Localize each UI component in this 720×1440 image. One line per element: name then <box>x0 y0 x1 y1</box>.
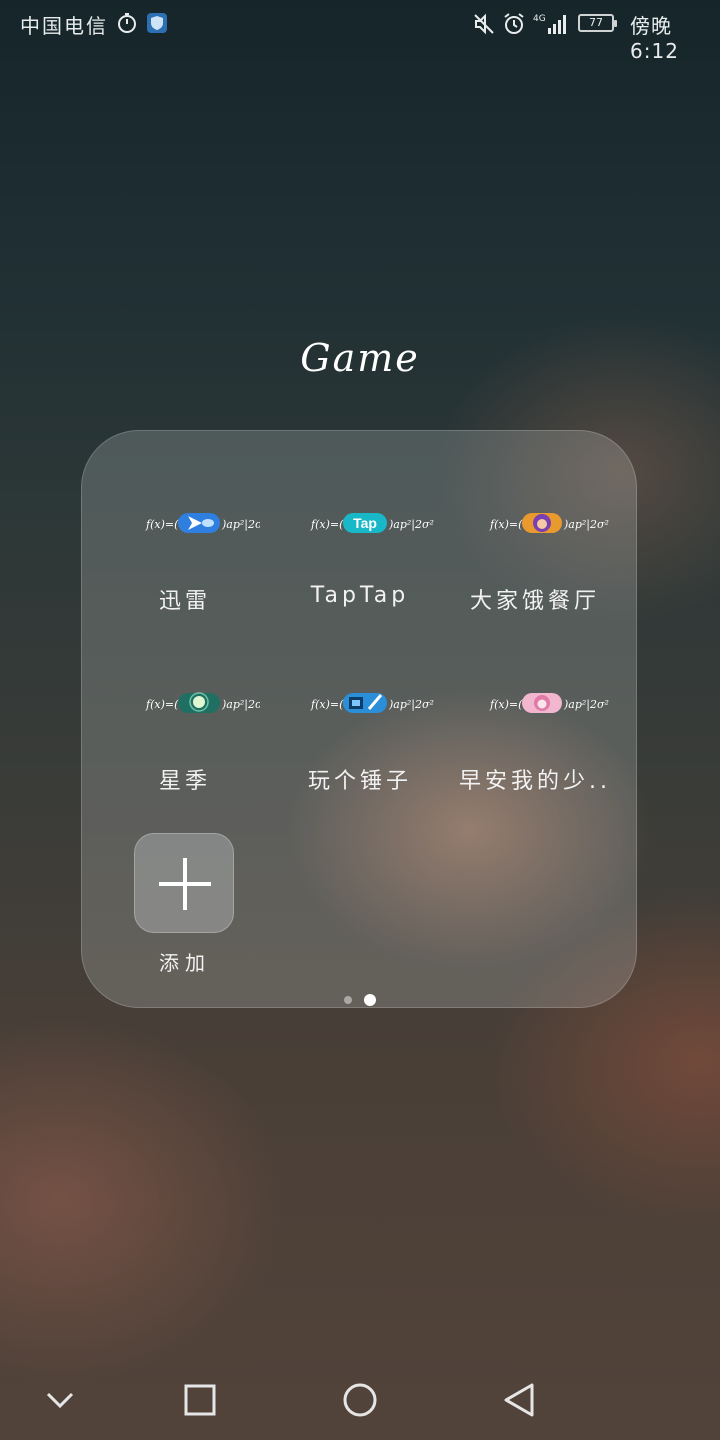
shield-icon <box>147 13 167 33</box>
taptap-icon: f(x)=( Tap )ap²|2σ² <box>310 513 434 533</box>
mute-icon <box>474 13 494 35</box>
svg-text:f(x)=(: f(x)=( <box>489 698 523 711</box>
page-indicator <box>82 989 638 1008</box>
morning-girl-game-icon: f(x)=( )ap²|2σ² <box>489 693 609 713</box>
app-xunlei[interactable]: f(x)=( )ap²|2σ² 迅雷 <box>100 431 270 614</box>
hammer-game-icon: f(x)=( )ap²|2σ² <box>310 693 434 713</box>
app-restaurant[interactable]: f(x)=( )ap²|2σ² 大家饿餐厅 <box>450 431 620 614</box>
clock: 傍晚6:12 <box>630 14 679 63</box>
page-dot-2[interactable] <box>364 993 376 1006</box>
plus-icon <box>159 858 211 910</box>
app-hammer[interactable]: f(x)=( )ap²|2σ² 玩个锤子 <box>275 611 445 794</box>
recents-icon[interactable] <box>180 1380 220 1420</box>
battery-level: 77 <box>589 16 603 29</box>
timer-icon <box>118 13 136 33</box>
app-xingji[interactable]: f(x)=( )ap²|2σ² 星季 <box>100 611 270 794</box>
signal-icon: 4G <box>533 14 566 34</box>
svg-text:)ap²|2σ²: )ap²|2σ² <box>563 698 609 712</box>
svg-text:f(x)=(: f(x)=( <box>145 518 179 531</box>
app-morning-girl[interactable]: f(x)=( )ap²|2σ² 早安我的少.. <box>450 611 620 794</box>
taptap-icon-text: Tap <box>353 515 377 531</box>
app-label: 星季 <box>158 769 211 794</box>
svg-text:f(x)=(: f(x)=( <box>310 698 344 711</box>
app-label: 玩个锤子 <box>307 769 412 794</box>
svg-text:f(x)=(: f(x)=( <box>489 518 523 531</box>
svg-text:)ap²|2σ²: )ap²|2σ² <box>563 518 609 532</box>
svg-text:)ap²|2σ²: )ap²|2σ² <box>221 518 260 532</box>
add-app-label: 添加 <box>159 951 211 975</box>
svg-text:)ap²|2σ²: )ap²|2σ² <box>388 698 434 712</box>
app-taptap[interactable]: f(x)=( Tap )ap²|2σ² TapTap <box>275 431 445 608</box>
add-app-button[interactable] <box>134 833 234 933</box>
svg-text:f(x)=(: f(x)=( <box>310 518 344 531</box>
folder-panel: f(x)=( )ap²|2σ² 迅雷 f(x)=( Tap )ap²|2σ² T… <box>81 430 637 1008</box>
svg-text:f(x)=(: f(x)=( <box>145 698 179 711</box>
back-icon[interactable] <box>500 1380 540 1420</box>
xunlei-icon: f(x)=( )ap²|2σ² <box>145 513 260 533</box>
app-label: TapTap <box>310 583 410 608</box>
home-icon[interactable] <box>340 1380 380 1420</box>
network-type: 4G <box>533 14 546 24</box>
restaurant-game-icon: f(x)=( )ap²|2σ² <box>489 513 609 533</box>
app-label: 早安我的少.. <box>459 769 611 794</box>
svg-text:)ap²|2σ²: )ap²|2σ² <box>388 518 434 532</box>
battery-icon: 77 <box>578 14 617 32</box>
collapse-icon[interactable] <box>40 1380 80 1420</box>
navigation-bar <box>0 1360 720 1440</box>
alarm-icon <box>504 13 524 34</box>
folder-title[interactable]: Game <box>0 336 720 380</box>
xingji-icon: f(x)=( )ap²|2σ² <box>145 692 260 713</box>
status-bar: 中国电信 4G 77 傍晚6:12 <box>0 0 720 63</box>
carrier-name: 中国电信 <box>20 14 108 38</box>
svg-text:)ap²|2σ²: )ap²|2σ² <box>221 698 260 712</box>
page-dot-1[interactable] <box>344 995 352 1004</box>
